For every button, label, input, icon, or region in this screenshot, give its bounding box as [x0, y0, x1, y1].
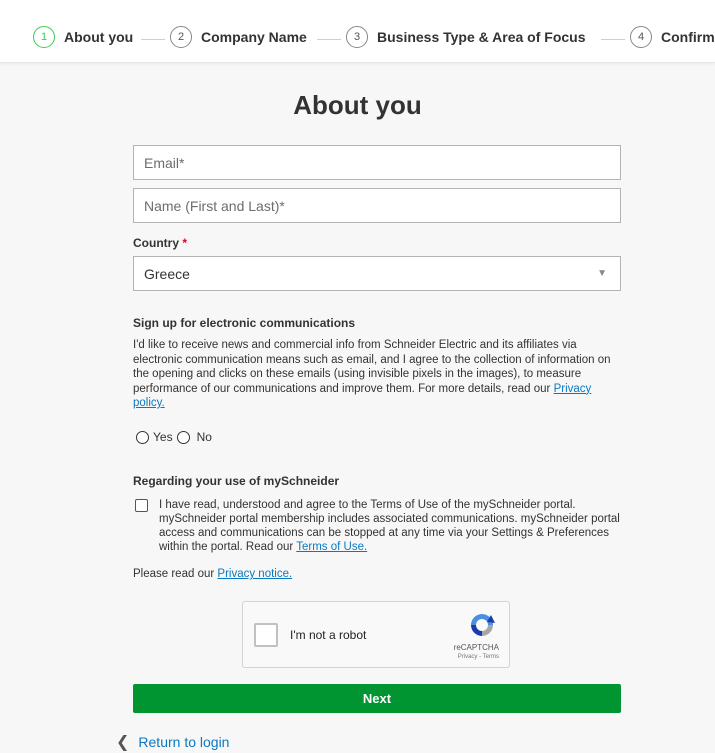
progress-stepper: 1 About you 2 Company Name 3 Business Ty…	[0, 0, 715, 63]
terms-body: I have read, understood and agree to the…	[159, 499, 620, 553]
radio-no[interactable]: No	[175, 430, 212, 444]
step-label-business-type: Business Type & Area of Focus	[377, 29, 586, 45]
communications-radio-group: Yes No	[136, 430, 214, 444]
communications-body: I'd like to receive news and commercial …	[133, 339, 611, 395]
step-company-name: 2 Company Name	[170, 26, 307, 48]
step-number-4: 4	[630, 26, 652, 48]
required-mark: *	[182, 236, 188, 250]
radio-no-label: No	[196, 430, 212, 444]
recaptcha-checkbox[interactable]	[254, 623, 278, 647]
email-field[interactable]	[133, 145, 621, 180]
return-to-login-label: Return to login	[138, 734, 230, 750]
step-number-3: 3	[346, 26, 368, 48]
terms-checkbox-row: I have read, understood and agree to the…	[135, 498, 632, 554]
country-select-value: Greece	[144, 265, 190, 282]
radio-yes-circle[interactable]	[136, 430, 149, 444]
terms-checkbox[interactable]	[135, 499, 148, 512]
return-to-login-link[interactable]: ❮ Return to login	[116, 732, 229, 752]
communications-text: I'd like to receive news and commercial …	[133, 338, 623, 411]
communications-heading: Sign up for electronic communications	[133, 316, 356, 330]
terms-of-use-link[interactable]: Terms of Use.	[296, 541, 367, 553]
chevron-down-icon: ▼	[597, 268, 607, 279]
terms-text: I have read, understood and agree to the…	[159, 498, 632, 554]
page-title: About you	[293, 90, 422, 120]
step-label-company-name: Company Name	[201, 29, 307, 45]
radio-no-circle[interactable]	[176, 430, 190, 444]
privacy-notice-link[interactable]: Privacy notice.	[217, 568, 292, 580]
step-about-you: 1 About you	[33, 26, 133, 48]
country-select[interactable]: Greece ▼	[133, 256, 621, 291]
step-label-confirm: Confirm	[661, 29, 715, 45]
recaptcha-widget: I'm not a robot reCAPTCHA Privacy - Term…	[242, 601, 510, 668]
chevron-left-icon: ❮	[116, 734, 130, 751]
terms-heading: Regarding your use of mySchneider	[133, 474, 340, 488]
radio-yes-label: Yes	[153, 430, 173, 444]
step-number-2: 2	[170, 26, 192, 48]
country-label: Country *	[133, 236, 187, 250]
radio-yes[interactable]: Yes	[136, 430, 173, 444]
privacy-notice: Please read our Privacy notice.	[133, 567, 623, 582]
name-field[interactable]	[133, 188, 621, 223]
privacy-notice-prefix: Please read our	[133, 568, 215, 580]
recaptcha-label: I'm not a robot	[290, 628, 367, 642]
recaptcha-brand: reCAPTCHA	[453, 643, 499, 652]
step-confirm: 4 Confirm	[630, 26, 715, 48]
step-separator	[317, 39, 341, 40]
step-separator	[601, 39, 625, 40]
step-separator	[141, 39, 165, 40]
recaptcha-logo-icon	[471, 614, 495, 636]
recaptcha-privacy-terms[interactable]: Privacy - Terms	[458, 654, 499, 660]
next-button[interactable]: Next	[133, 684, 621, 713]
step-number-1: 1	[33, 26, 55, 48]
step-business-type: 3 Business Type & Area of Focus	[346, 26, 586, 48]
step-label-about-you: About you	[64, 29, 134, 45]
country-label-text: Country	[133, 236, 179, 250]
